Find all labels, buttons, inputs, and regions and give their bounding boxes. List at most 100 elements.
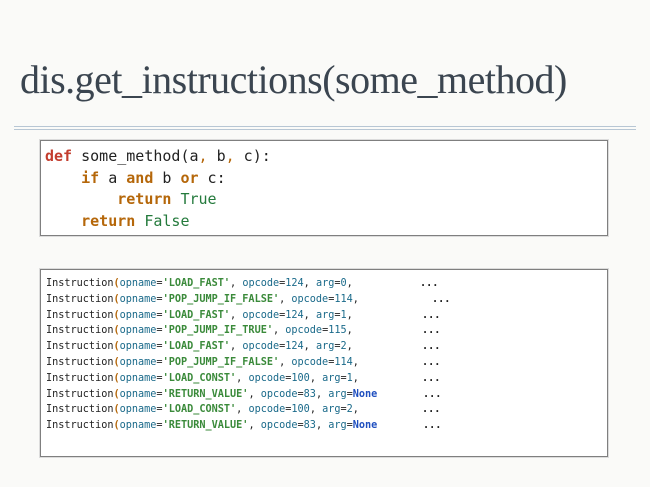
opcode-key: opcode xyxy=(291,356,329,368)
opcode-key: opcode xyxy=(248,404,286,416)
instruction-name: Instruction xyxy=(46,388,114,400)
code-line-1: def some_method(a, b, c): xyxy=(45,146,607,168)
opcode-key: opcode xyxy=(242,341,280,353)
and-keyword: and xyxy=(126,168,154,187)
opname-key: opname xyxy=(119,278,157,289)
code-line-3: return True xyxy=(45,189,607,211)
instruction-name: Instruction xyxy=(46,372,114,384)
code-text: c: xyxy=(198,168,226,187)
opname-key: opname xyxy=(119,325,157,337)
opcode-key: opcode xyxy=(291,293,329,305)
instruction-name: Instruction xyxy=(46,404,114,416)
opname-value: 'LOAD_CONST' xyxy=(162,404,237,416)
ellipsis: ... xyxy=(422,309,441,321)
opname-value: 'RETURN_VALUE' xyxy=(162,388,249,400)
opcode-key: opcode xyxy=(242,278,280,289)
instruction-name: Instruction xyxy=(46,278,114,289)
instruction-row: Instruction(opname='LOAD_FAST', opcode=1… xyxy=(46,339,607,355)
code-text: c): xyxy=(234,147,271,165)
return-keyword: return xyxy=(81,211,136,230)
instruction-row: Instruction(opname='POP_JUMP_IF_TRUE', o… xyxy=(46,323,607,339)
arg-key: arg xyxy=(322,372,341,384)
opname-value: 'POP_JUMP_IF_FALSE' xyxy=(162,293,280,305)
opname-value: 'LOAD_FAST' xyxy=(162,309,231,321)
separator: , xyxy=(346,309,353,321)
comma: , xyxy=(225,147,235,165)
opname-value: 'LOAD_FAST' xyxy=(162,341,231,353)
ellipsis: ... xyxy=(420,278,439,289)
separator: , xyxy=(230,278,243,289)
arg-key: arg xyxy=(315,341,335,353)
instruction-name: Instruction xyxy=(46,325,114,337)
instruction-name: Instruction xyxy=(46,356,114,368)
separator: , xyxy=(236,372,249,384)
true-constant: True xyxy=(180,190,217,208)
ellipsis: ... xyxy=(423,420,442,432)
separator: , xyxy=(272,325,286,337)
source-code-box: def some_method(a, b, c): if a and b or … xyxy=(40,140,608,236)
false-constant: False xyxy=(144,211,190,230)
opcode-value: 115 xyxy=(328,325,347,337)
opcode-value: 124 xyxy=(285,341,304,353)
opcode-key: opcode xyxy=(285,325,323,337)
def-keyword: def xyxy=(45,147,73,165)
separator: , xyxy=(279,293,292,305)
if-keyword: if xyxy=(81,168,100,187)
slide-title: dis.get_instructions(some_method) xyxy=(20,57,567,102)
code-line-2: if a and b or c: xyxy=(45,168,607,190)
code-text: a xyxy=(99,168,127,187)
opcode-value: 100 xyxy=(291,404,310,416)
arg-key: arg xyxy=(322,404,341,416)
opname-key: opname xyxy=(119,372,157,384)
title-divider xyxy=(14,126,636,130)
arg-value: None xyxy=(352,420,378,432)
arg-key: arg xyxy=(328,388,347,400)
ellipsis: ... xyxy=(422,356,441,368)
opcode-key: opcode xyxy=(242,309,280,321)
opcode-value: 124 xyxy=(285,278,304,289)
instruction-name: Instruction xyxy=(46,420,114,432)
instruction-name: Instruction xyxy=(46,293,114,305)
separator: , xyxy=(352,356,359,368)
comma: , xyxy=(198,147,208,165)
separator: , xyxy=(315,388,329,400)
opname-key: opname xyxy=(119,388,157,400)
opcode-value: 124 xyxy=(285,309,304,321)
separator: , xyxy=(309,372,323,384)
ellipsis: ... xyxy=(432,293,451,305)
ellipsis: ... xyxy=(422,325,441,337)
instruction-name: Instruction xyxy=(46,309,114,321)
instruction-row: Instruction(opname='LOAD_FAST', opcode=1… xyxy=(46,308,607,324)
instruction-row: Instruction(opname='POP_JUMP_IF_FALSE', … xyxy=(46,355,607,371)
opcode-key: opcode xyxy=(260,388,298,400)
ellipsis: ... xyxy=(422,341,441,353)
instruction-row: Instruction(opname='LOAD_CONST', opcode=… xyxy=(46,402,607,418)
ellipsis: ... xyxy=(422,404,441,416)
separator: , xyxy=(352,372,359,384)
separator: , xyxy=(303,309,316,321)
instructions-output-box: Instruction(opname='LOAD_FAST', opcode=1… xyxy=(40,269,608,457)
opcode-key: opcode xyxy=(248,372,286,384)
opname-value: 'POP_JUMP_IF_FALSE' xyxy=(162,356,280,368)
ellipsis: ... xyxy=(423,388,442,400)
opcode-value: 83 xyxy=(303,420,316,432)
instruction-row: Instruction(opname='LOAD_FAST', opcode=1… xyxy=(46,276,607,292)
instruction-row: Instruction(opname='POP_JUMP_IF_FALSE', … xyxy=(46,292,607,308)
arg-key: arg xyxy=(328,420,347,432)
arg-key: arg xyxy=(315,278,335,289)
separator: , xyxy=(279,356,292,368)
instruction-name: Instruction xyxy=(46,341,114,353)
separator: , xyxy=(346,325,353,337)
separator: , xyxy=(346,278,353,289)
instruction-row: Instruction(opname='RETURN_VALUE', opcod… xyxy=(46,387,607,403)
separator: , xyxy=(352,404,359,416)
separator: , xyxy=(236,404,249,416)
separator: , xyxy=(230,341,243,353)
opname-key: opname xyxy=(119,420,157,432)
opname-value: 'LOAD_FAST' xyxy=(162,278,231,289)
opcode-value: 114 xyxy=(334,356,353,368)
opname-value: 'LOAD_CONST' xyxy=(162,372,237,384)
